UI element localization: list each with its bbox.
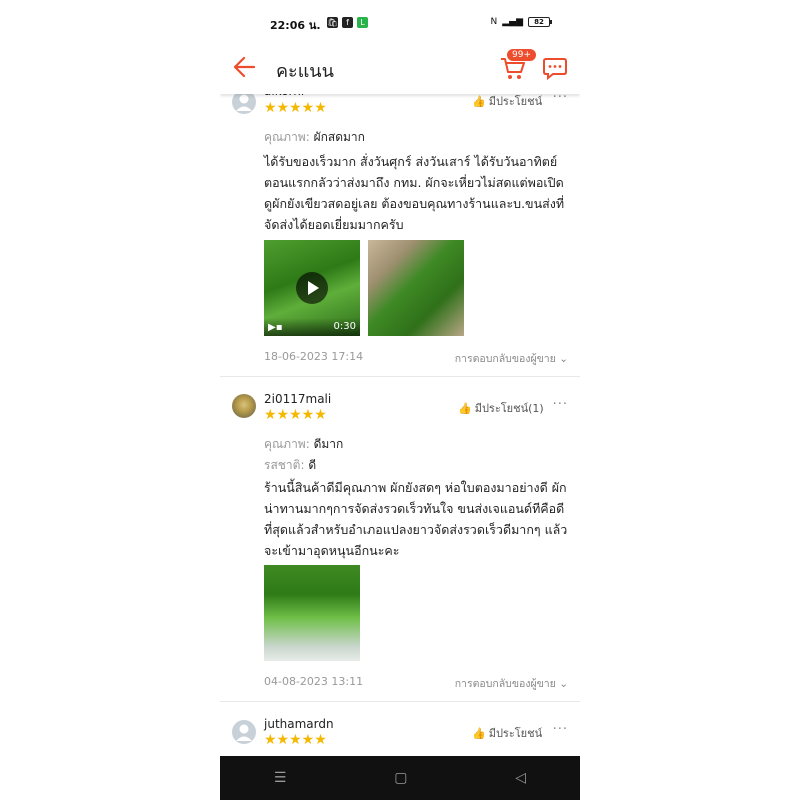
more-options-icon[interactable]: ··· — [553, 397, 568, 412]
chevron-down-icon: ⌄ — [559, 353, 568, 365]
attribute-value: ผักสดมาก — [313, 130, 365, 144]
default-avatar-icon — [236, 724, 252, 741]
shopee-notification-icon: 🛍 — [327, 17, 338, 28]
attribute-value: ดีมาก — [313, 437, 344, 451]
phone-screen: 22:06 น. 🛍 f L N ▂▄▆ 82 คะแนน 99+ ★★★★★ … — [220, 0, 580, 800]
helpful-label: มีประโยชน์ — [488, 727, 543, 740]
video-camera-icon: ▶▪ — [268, 322, 283, 333]
nfc-icon: N — [490, 17, 498, 27]
line-notification-icon: L — [357, 17, 368, 28]
nav-back-icon[interactable]: ◁ — [515, 770, 526, 786]
attribute-quality: คุณภาพ: ดีมาก — [264, 435, 343, 454]
chevron-down-icon: ⌄ — [559, 678, 568, 690]
attribute-key: คุณภาพ: — [264, 437, 314, 451]
video-info-bar: ▶▪ 0:30 — [264, 318, 360, 336]
review-item: juthamardn ★★★★★ 👍 มีประโยชน์ ··· — [220, 702, 580, 756]
page-title: คะแนน — [276, 61, 334, 82]
attribute-taste: รสชาติ: ดี — [264, 456, 316, 475]
back-arrow-icon[interactable] — [232, 54, 258, 80]
video-duration: 0:30 — [333, 321, 356, 332]
review-list[interactable]: aikornr ★★★★★ 👍 มีประโยชน์ ··· คุณภาพ: ผ… — [220, 94, 580, 756]
battery-icon: 82 — [528, 17, 552, 27]
seller-reply-toggle[interactable]: การตอบกลับของผู้ขาย ⌄ — [455, 350, 568, 367]
recent-apps-icon[interactable]: ☰ — [274, 770, 287, 786]
review-date: 04-08-2023 13:11 — [264, 675, 364, 688]
facebook-notification-icon: f — [342, 17, 353, 28]
attribute-key: คุณภาพ: — [264, 130, 314, 144]
review-video[interactable]: ▶▪ 0:30 — [264, 240, 360, 336]
rating-stars: ★★★★★ — [264, 732, 327, 748]
default-avatar-icon — [236, 94, 252, 111]
helpful-button[interactable]: 👍 มีประโยชน์ — [472, 724, 542, 742]
play-icon[interactable] — [296, 272, 328, 304]
cart-badge: 99+ — [506, 48, 537, 62]
thumbs-up-icon: 👍 — [458, 401, 472, 415]
attribute-quality: คุณภาพ: ผักสดมาก — [264, 128, 365, 147]
review-date: 18-06-2023 17:14 — [264, 350, 364, 363]
more-options-icon[interactable]: ··· — [553, 94, 568, 105]
review-photo[interactable] — [264, 565, 360, 661]
avatar[interactable] — [232, 94, 256, 114]
signal-icon: ▂▄▆ — [502, 17, 523, 27]
home-icon[interactable]: ▢ — [394, 770, 407, 786]
system-navigation-bar: ☰ ▢ ◁ — [220, 756, 580, 800]
battery-level: 82 — [534, 18, 544, 26]
review-text: ร้านนี้สินค้าดีมีคุณภาพ ผักยังสดๆ ห่อใบต… — [264, 480, 568, 558]
review-photo[interactable] — [368, 240, 464, 336]
username: 2i0117mali — [264, 392, 332, 406]
seller-reply-toggle[interactable]: การตอบกลับของผู้ขาย ⌄ — [455, 675, 568, 692]
attribute-value: ดี — [308, 458, 317, 472]
helpful-label: มีประโยชน์(1) — [474, 402, 544, 415]
review-item: aikornr ★★★★★ 👍 มีประโยชน์ ··· คุณภาพ: ผ… — [220, 94, 580, 377]
helpful-button[interactable]: 👍 มีประโยชน์ — [472, 94, 542, 110]
avatar[interactable] — [232, 394, 256, 418]
attribute-key: รสชาติ: — [264, 458, 309, 472]
rating-stars: ★★★★★ — [264, 100, 327, 116]
app-header: คะแนน 99+ — [220, 42, 580, 94]
helpful-button[interactable]: 👍 มีประโยชน์(1) — [458, 399, 544, 417]
chat-icon[interactable] — [542, 56, 568, 80]
status-time: 22:06 น. — [270, 19, 321, 32]
thumbs-up-icon: 👍 — [472, 94, 486, 108]
status-bar: 22:06 น. 🛍 f L N ▂▄▆ 82 — [220, 14, 580, 34]
avatar[interactable] — [232, 720, 256, 744]
username: aikornr — [264, 94, 306, 98]
system-icons: N ▂▄▆ 82 — [490, 17, 552, 27]
seller-reply-label: การตอบกลับของผู้ขาย — [454, 353, 556, 365]
review-item: 2i0117mali ★★★★★ 👍 มีประโยชน์(1) ··· คุณ… — [220, 377, 580, 702]
notification-icons: 🛍 f L — [327, 17, 368, 28]
thumbs-up-icon: 👍 — [472, 726, 486, 740]
seller-reply-label: การตอบกลับของผู้ขาย — [454, 678, 556, 690]
review-text: ได้รับของเร็วมาก สั่งวันศุกร์ ส่งวันเสาร… — [264, 154, 565, 232]
username: juthamardn — [264, 717, 334, 731]
rating-stars: ★★★★★ — [264, 407, 327, 423]
helpful-label: มีประโยชน์ — [488, 95, 543, 108]
more-options-icon[interactable]: ··· — [553, 722, 568, 737]
